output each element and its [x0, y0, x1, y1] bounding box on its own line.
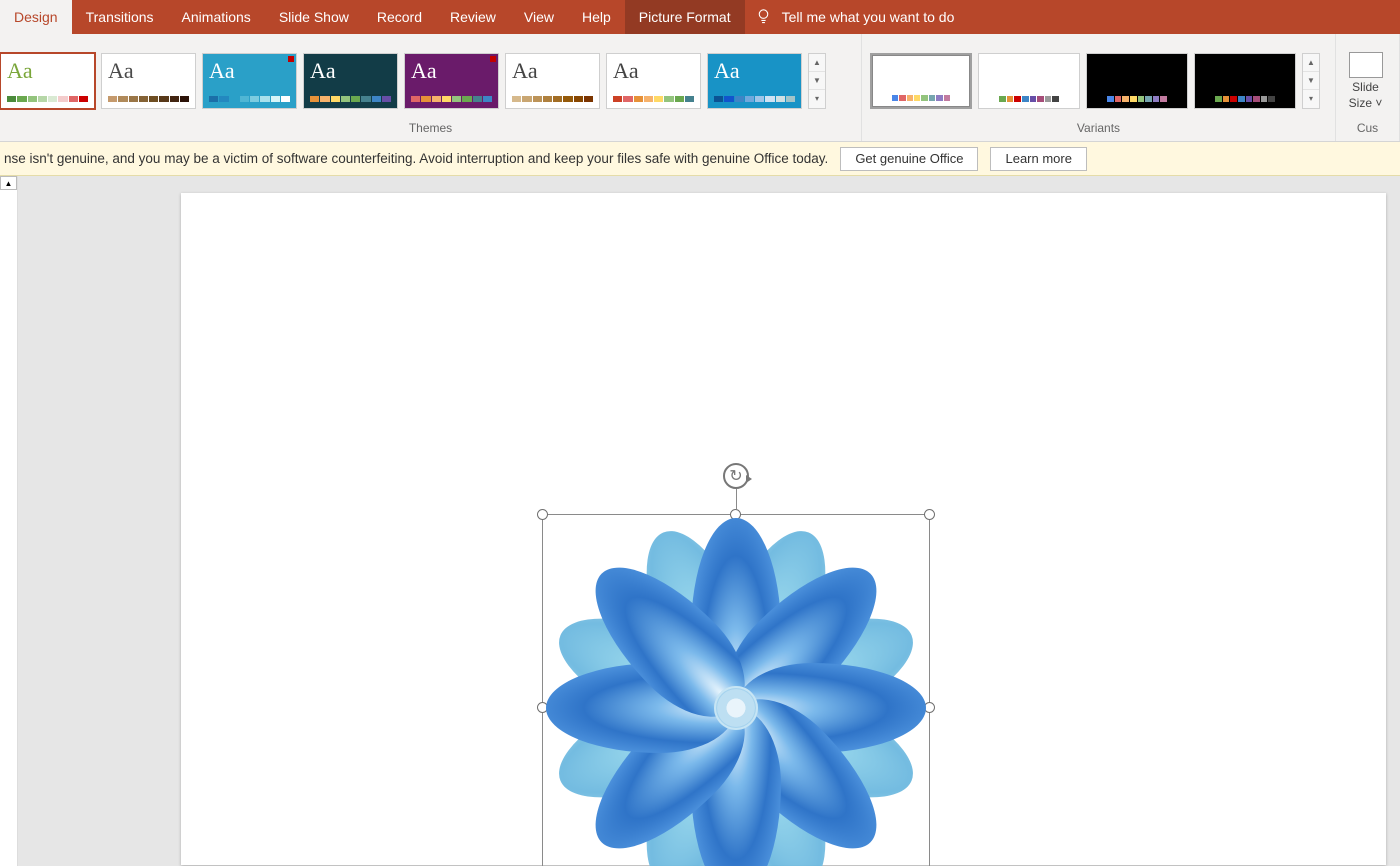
variants-group-label: Variants — [862, 121, 1335, 141]
tab-review[interactable]: Review — [436, 0, 510, 34]
learn-more-button[interactable]: Learn more — [990, 147, 1086, 171]
theme-thumb-4[interactable]: Aa — [404, 53, 499, 109]
theme-aa-label: Aa — [203, 54, 296, 88]
tab-picture-format[interactable]: Picture Format — [625, 0, 745, 34]
theme-aa-label: Aa — [102, 54, 195, 88]
warning-text: nse isn't genuine, and you may be a vict… — [4, 151, 828, 166]
theme-aa-label: Aa — [708, 54, 801, 88]
theme-thumb-0[interactable]: Aa — [0, 53, 95, 109]
slide-size-icon — [1349, 52, 1383, 78]
tell-me-search[interactable]: Tell me what you want to do — [755, 0, 955, 34]
flower-center — [714, 686, 758, 730]
themes-gallery-more[interactable]: ▲▼▾ — [808, 53, 826, 109]
theme-thumb-3[interactable]: Aa — [303, 53, 398, 109]
theme-aa-label: Aa — [607, 54, 700, 88]
theme-thumb-6[interactable]: Aa — [606, 53, 701, 109]
resize-handle-tr[interactable] — [924, 509, 935, 520]
slide-canvas-area[interactable]: ↻ — [18, 176, 1400, 866]
theme-thumb-7[interactable]: Aa — [707, 53, 802, 109]
theme-thumb-1[interactable]: Aa — [101, 53, 196, 109]
variants-gallery-more[interactable]: ▲▼▾ — [1302, 53, 1320, 109]
flower-picture[interactable] — [566, 538, 906, 866]
resize-handle-tl[interactable] — [537, 509, 548, 520]
rotate-handle[interactable]: ↻ — [723, 463, 749, 489]
theme-aa-label: Aa — [405, 54, 498, 88]
variant-thumb-2[interactable] — [1086, 53, 1188, 109]
tab-transitions[interactable]: Transitions — [72, 0, 168, 34]
tab-view[interactable]: View — [510, 0, 568, 34]
theme-thumb-5[interactable]: Aa — [505, 53, 600, 109]
ribbon-tabs: Design Transitions Animations Slide Show… — [0, 0, 1400, 34]
tab-animations[interactable]: Animations — [168, 0, 265, 34]
theme-aa-label: Aa — [1, 54, 94, 88]
customize-group: Slide Size ˅ Cus — [1336, 34, 1400, 141]
customize-group-label: Cus — [1336, 121, 1399, 141]
themes-group: AaAaAaAaAaAaAaAa▲▼▾ Themes — [0, 34, 862, 141]
picture-selection-box[interactable]: ↻ — [542, 514, 930, 866]
workspace: ▲ ↻ — [0, 176, 1400, 866]
genuine-office-warning: nse isn't genuine, and you may be a vict… — [0, 142, 1400, 176]
get-genuine-office-button[interactable]: Get genuine Office — [840, 147, 978, 171]
variant-thumb-3[interactable] — [1194, 53, 1296, 109]
themes-gallery: AaAaAaAaAaAaAaAa▲▼▾ — [0, 34, 861, 121]
variants-group: ▲▼▾ Variants — [862, 34, 1336, 141]
tab-slide-show[interactable]: Slide Show — [265, 0, 363, 34]
ribbon-body: AaAaAaAaAaAaAaAa▲▼▾ Themes ▲▼▾ Variants … — [0, 34, 1400, 142]
variants-gallery: ▲▼▾ — [862, 34, 1335, 121]
variant-thumb-0[interactable] — [870, 53, 972, 109]
theme-thumb-2[interactable]: Aa — [202, 53, 297, 109]
variant-thumb-1[interactable] — [978, 53, 1080, 109]
theme-aa-label: Aa — [304, 54, 397, 88]
tab-help[interactable]: Help — [568, 0, 625, 34]
theme-aa-label: Aa — [506, 54, 599, 88]
slide-size-label-2: Size ˅ — [1349, 96, 1383, 110]
slide-thumbnails-pane[interactable]: ▲ — [0, 176, 18, 866]
lightbulb-icon — [755, 7, 772, 27]
slide-size-label-1: Slide — [1352, 80, 1379, 94]
slide-size-button[interactable]: Slide Size ˅ — [1343, 48, 1389, 114]
thumbnails-scroll-up[interactable]: ▲ — [0, 176, 17, 190]
tab-record[interactable]: Record — [363, 0, 436, 34]
themes-group-label: Themes — [0, 121, 861, 141]
tab-design[interactable]: Design — [0, 0, 72, 34]
tell-me-label: Tell me what you want to do — [782, 9, 955, 25]
